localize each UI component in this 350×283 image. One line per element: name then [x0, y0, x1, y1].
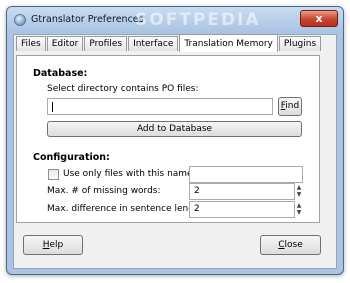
use-only-checkbox[interactable]	[48, 169, 59, 180]
tab-translation-memory[interactable]: Translation Memory	[179, 34, 278, 52]
missing-words-spinner[interactable]: ▲ ▼	[295, 184, 303, 200]
configuration-heading: Configuration:	[33, 152, 110, 163]
use-only-filename-input[interactable]	[189, 166, 303, 183]
tab-plugins[interactable]: Plugins	[278, 36, 322, 51]
translation-memory-panel: Database: Select directory contains PO f…	[16, 55, 320, 223]
missing-words-input[interactable]: 2	[189, 183, 295, 200]
help-mnemonic: H	[42, 240, 50, 250]
database-heading: Database:	[33, 68, 88, 79]
close-button[interactable]: Close	[260, 235, 321, 255]
text-caret	[52, 102, 53, 112]
add-to-database-button[interactable]: Add to Database	[47, 121, 302, 137]
spin-up-icon[interactable]: ▲	[295, 184, 303, 191]
missing-words-label: Max. # of missing words:	[47, 186, 161, 196]
find-label: ind	[285, 101, 300, 111]
window-title: Gtranslator Preferences	[31, 14, 144, 25]
tab-editor[interactable]: Editor	[46, 36, 84, 51]
app-icon	[14, 14, 26, 26]
sentence-diff-input[interactable]: 2	[189, 201, 295, 218]
find-button[interactable]: Find	[278, 97, 302, 116]
help-label: elp	[49, 240, 64, 250]
directory-label: Select directory contains PO files:	[47, 84, 199, 94]
title-bar[interactable]: Gtranslator Preferences SOFTPEDIA x	[7, 7, 343, 33]
close-label: lose	[284, 240, 303, 250]
directory-input[interactable]	[47, 98, 273, 115]
close-icon: x	[315, 12, 323, 25]
window-close-button[interactable]: x	[300, 10, 338, 27]
tab-files[interactable]: Files	[16, 36, 46, 51]
spin-up-icon[interactable]: ▲	[295, 202, 303, 209]
sentence-diff-spinner[interactable]: ▲ ▼	[295, 202, 303, 218]
tab-bar: Files Editor Profiles Interface Translat…	[16, 33, 322, 52]
tab-profiles[interactable]: Profiles	[84, 36, 128, 51]
tab-interface[interactable]: Interface	[128, 36, 179, 51]
spin-down-icon[interactable]: ▼	[295, 191, 303, 198]
watermark: SOFTPEDIA	[135, 10, 261, 30]
spin-down-icon[interactable]: ▼	[295, 209, 303, 216]
use-only-label: Use only files with this name:	[63, 169, 196, 179]
help-button[interactable]: Help	[23, 235, 83, 255]
sentence-diff-label: Max. difference in sentence length:	[47, 204, 207, 214]
